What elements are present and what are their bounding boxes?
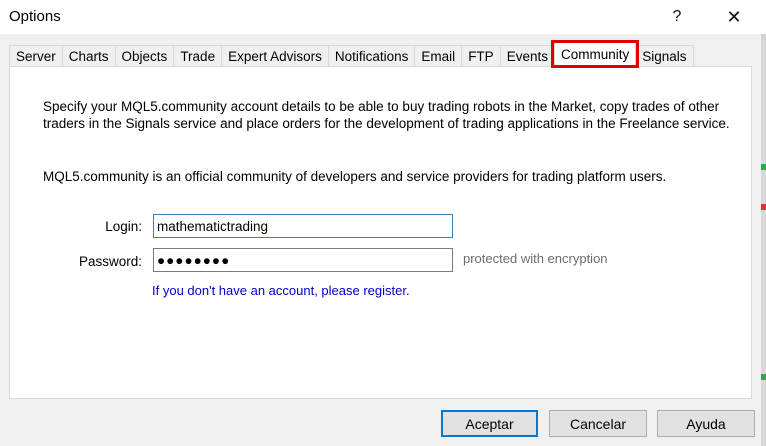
intro-text: Specify your MQL5.community account deta…	[43, 99, 730, 131]
register-link[interactable]: If you don't have an account, please reg…	[152, 283, 410, 298]
tab-label: Signals	[642, 48, 687, 64]
tab-label: Expert Advisors	[228, 48, 322, 64]
tab-objects[interactable]: Objects	[114, 45, 175, 66]
close-icon[interactable]: ✕	[719, 4, 749, 30]
login-input[interactable]: mathematictrading	[153, 214, 453, 238]
edge-mark	[761, 374, 766, 380]
ok-button[interactable]: Aceptar	[441, 410, 538, 437]
background-window-edge	[761, 34, 766, 446]
tab-label: Charts	[68, 48, 109, 64]
tab-label: Community	[560, 47, 630, 62]
options-tabs: Server Charts Objects Trade Expert Advis…	[9, 40, 694, 68]
help-icon[interactable]: ?	[662, 4, 692, 30]
encryption-hint: protected with encryption	[463, 251, 608, 266]
tab-label: Server	[16, 48, 56, 64]
window-title: Options	[9, 8, 61, 25]
tab-trade[interactable]: Trade	[173, 45, 223, 66]
edge-mark	[761, 34, 766, 40]
tab-label: Trade	[180, 48, 216, 64]
tab-charts[interactable]: Charts	[61, 45, 116, 66]
tab-expert-advisors[interactable]: Expert Advisors	[221, 45, 329, 66]
tab-community[interactable]: Community	[550, 40, 640, 68]
tab-email[interactable]: Email	[414, 45, 463, 66]
password-input[interactable]: ●●●●●●●●	[153, 248, 453, 272]
tab-signals[interactable]: Signals	[635, 45, 694, 66]
login-label: Login:	[105, 219, 142, 234]
tab-label: Notifications	[334, 48, 409, 64]
tab-label: Objects	[121, 48, 168, 64]
help-button[interactable]: Ayuda	[657, 410, 755, 437]
tab-label: Email	[421, 48, 456, 64]
about-text: MQL5.community is an official community …	[43, 169, 667, 184]
tab-label: FTP	[468, 48, 494, 64]
password-label: Password:	[78, 254, 142, 269]
cancel-button[interactable]: Cancelar	[549, 410, 647, 437]
title-bar: Options ? ✕	[0, 0, 766, 34]
edge-mark	[761, 204, 766, 210]
tab-notifications[interactable]: Notifications	[327, 45, 416, 66]
tab-server[interactable]: Server	[9, 45, 63, 66]
community-panel: Specify your MQL5.community account deta…	[9, 66, 752, 399]
tab-ftp[interactable]: FTP	[461, 45, 501, 66]
tab-label: Events	[506, 48, 548, 64]
tab-events[interactable]: Events	[499, 45, 555, 66]
edge-mark	[761, 164, 766, 170]
